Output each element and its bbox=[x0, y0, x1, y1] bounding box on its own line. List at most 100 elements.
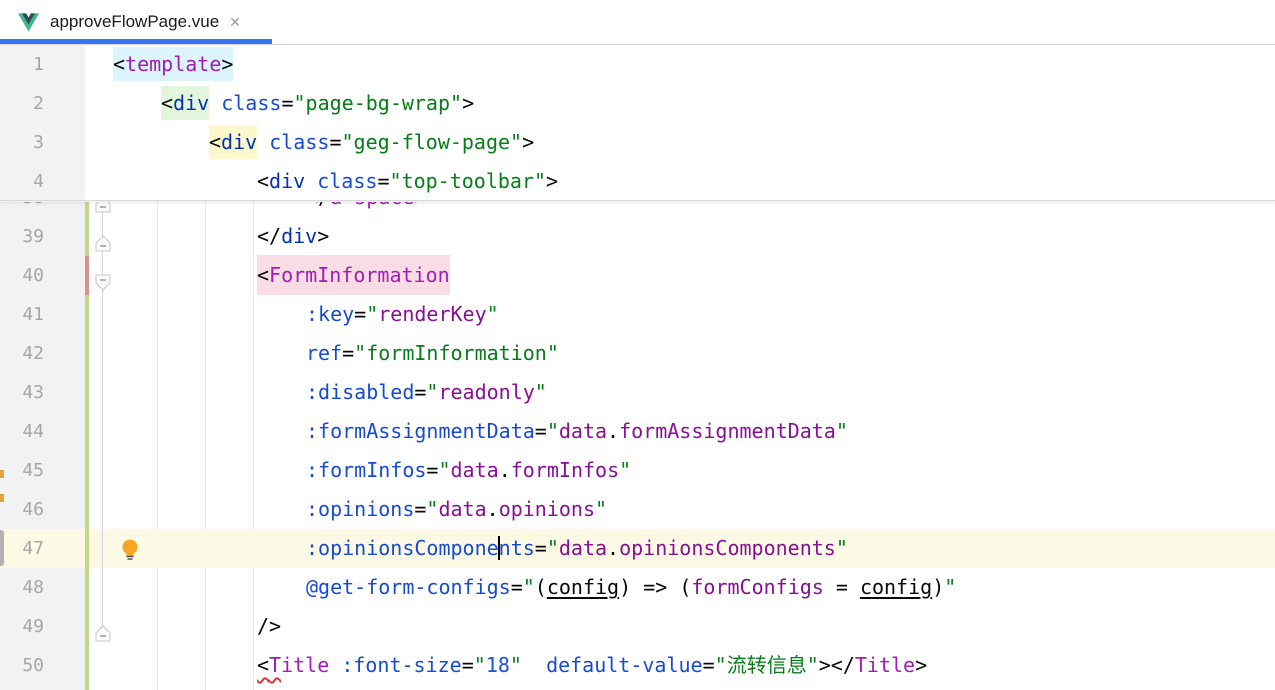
code-token: < bbox=[113, 47, 125, 81]
code-token: < bbox=[257, 255, 269, 295]
line-number: 50 bbox=[0, 646, 44, 685]
code-line[interactable]: 45:formInfos="data.formInfos" bbox=[0, 451, 1275, 490]
code-text: :disabled="readonly" bbox=[113, 373, 547, 412]
line-number: 1 bbox=[0, 45, 44, 84]
code-token: template bbox=[125, 47, 221, 81]
code-token: opinions bbox=[499, 497, 595, 521]
code-token: > bbox=[522, 130, 534, 154]
code-text: <FormInformation bbox=[113, 256, 450, 295]
line-number: 47 bbox=[0, 529, 44, 568]
code-token: = bbox=[535, 536, 547, 560]
code-text: <div class="top-toolbar"> bbox=[113, 162, 558, 201]
line-number: 4 bbox=[0, 162, 44, 201]
code-text: <div class="page-bg-wrap"> bbox=[113, 84, 474, 123]
code-token: > bbox=[915, 653, 927, 677]
code-token: " bbox=[438, 458, 450, 482]
code-token: ref bbox=[306, 341, 342, 365]
code-text: :key="renderKey" bbox=[113, 295, 499, 334]
code-text: :formAssignmentData="data.formAssignment… bbox=[113, 412, 848, 451]
code-line[interactable]: 44 :formAssignmentData="data.formAssignme… bbox=[0, 412, 1275, 451]
code-token: = bbox=[281, 91, 293, 115]
code-token: . bbox=[487, 497, 499, 521]
code-folding-icon[interactable] bbox=[95, 618, 111, 635]
line-number: 39 bbox=[0, 217, 44, 256]
code-line[interactable]: 42ref="formInformation" bbox=[0, 334, 1275, 373]
code-token: config bbox=[547, 575, 619, 599]
code-token: data bbox=[559, 536, 607, 560]
code-token: " bbox=[366, 302, 378, 326]
code-token: nts bbox=[499, 536, 535, 560]
code-line[interactable]: 50<Title :font-size="18" default-value="… bbox=[0, 646, 1275, 685]
code-line[interactable]: 2 <div class="page-bg-wrap"> bbox=[0, 84, 1275, 123]
code-text: </a-space> bbox=[113, 202, 426, 217]
code-token: :opinionsCompone bbox=[306, 536, 499, 560]
code-token: " bbox=[547, 536, 559, 560]
code-token: @get-form-configs bbox=[306, 575, 511, 599]
code-line[interactable]: 41 :key="renderKey" bbox=[0, 295, 1275, 334]
code-token: = bbox=[426, 458, 438, 482]
code-token: < bbox=[257, 653, 269, 677]
line-number: 38 bbox=[0, 202, 44, 217]
code-token: :formInfos bbox=[306, 458, 426, 482]
code-token: " bbox=[487, 302, 499, 326]
code-token: " bbox=[944, 575, 956, 599]
code-line[interactable]: 1 <template> bbox=[0, 45, 1275, 84]
code-token: > bbox=[221, 47, 233, 81]
code-token: 18 bbox=[486, 653, 510, 677]
code-token: > bbox=[414, 202, 426, 209]
code-token: = bbox=[535, 419, 547, 443]
code-token: class bbox=[269, 130, 329, 154]
code-line[interactable]: 3<div class="geg-flow-page"> bbox=[0, 123, 1275, 162]
code-token: = bbox=[511, 575, 523, 599]
editor-tab-bar: approveFlowPage.vue ✕ bbox=[0, 0, 1275, 45]
code-token: "page-bg-wrap" bbox=[293, 91, 462, 115]
line-number: 42 bbox=[0, 334, 44, 373]
code-text: :formInfos="data.formInfos" bbox=[113, 451, 631, 490]
code-token bbox=[305, 169, 317, 193]
code-token: " bbox=[547, 419, 559, 443]
code-token: . bbox=[607, 536, 619, 560]
editor-viewport[interactable]: 38 </a-space>39 </div>40 <FormInformatio… bbox=[0, 202, 1275, 690]
code-text: /> bbox=[113, 607, 281, 646]
window-edge-artifact bbox=[0, 494, 4, 502]
code-line[interactable]: 48@get-form-configs="(config) => (formCo… bbox=[0, 568, 1275, 607]
code-folding-icon[interactable] bbox=[95, 267, 111, 284]
code-line[interactable]: 39 </div> bbox=[0, 217, 1275, 256]
code-token: " bbox=[619, 458, 631, 482]
code-line[interactable]: 40 <FormInformation bbox=[0, 256, 1275, 295]
code-line[interactable]: 38 </a-space> bbox=[0, 202, 1275, 217]
tab-filename: approveFlowPage.vue bbox=[50, 12, 219, 32]
code-token: . bbox=[499, 458, 511, 482]
window-edge-artifact bbox=[0, 530, 4, 566]
code-text: <template> bbox=[113, 45, 233, 84]
code-line[interactable]: 49 /> bbox=[0, 607, 1275, 646]
vue-logo-icon bbox=[18, 13, 39, 32]
code-token: "流转信息" bbox=[715, 653, 819, 677]
code-line[interactable]: 47 :opinionsComponents="data.opinionsCom… bbox=[0, 529, 1275, 568]
line-number: 2 bbox=[0, 84, 44, 123]
code-line[interactable]: 4 <div class="top-toolbar"> bbox=[0, 162, 1275, 201]
line-number: 41 bbox=[0, 295, 44, 334]
editor-tab[interactable]: approveFlowPage.vue ✕ bbox=[0, 0, 272, 44]
code-token: /> bbox=[257, 614, 281, 638]
code-token: div bbox=[221, 125, 257, 159]
code-token: itle bbox=[281, 653, 329, 677]
code-token: = bbox=[414, 497, 426, 521]
code-token: data bbox=[451, 458, 499, 482]
code-token: T bbox=[269, 653, 281, 677]
code-folding-icon[interactable] bbox=[95, 202, 111, 206]
code-token: renderKey bbox=[378, 302, 486, 326]
code-token: </ bbox=[306, 202, 330, 209]
intention-bulb-icon[interactable] bbox=[120, 537, 140, 560]
line-number: 44 bbox=[0, 412, 44, 451]
code-token: formInfos bbox=[511, 458, 619, 482]
tab-close-icon[interactable]: ✕ bbox=[229, 14, 241, 31]
code-line[interactable]: 43 :disabled="readonly" bbox=[0, 373, 1275, 412]
code-token: " bbox=[836, 419, 848, 443]
active-tab-indicator bbox=[0, 39, 272, 44]
line-number: 43 bbox=[0, 373, 44, 412]
code-folding-icon[interactable] bbox=[95, 228, 111, 245]
ide-window: approveFlowPage.vue ✕ 1<template>2<div c… bbox=[0, 0, 1275, 690]
code-line[interactable]: 46:opinions="data.opinions" bbox=[0, 490, 1275, 529]
code-token: = bbox=[414, 380, 426, 404]
